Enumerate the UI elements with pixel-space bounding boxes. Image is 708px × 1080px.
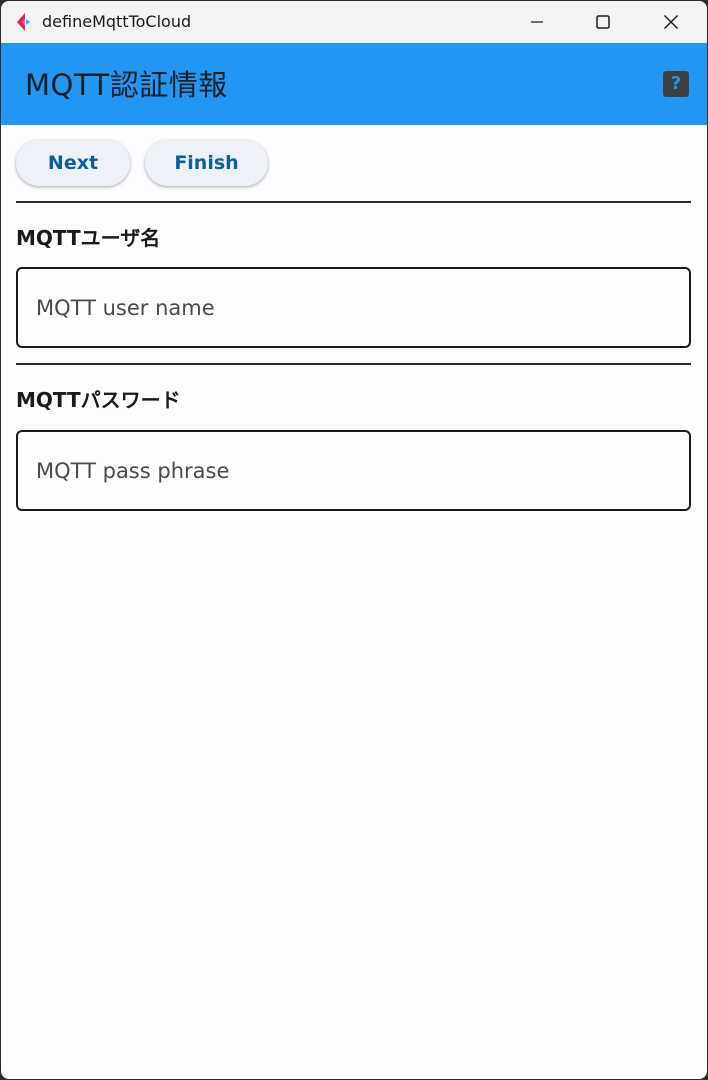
divider bbox=[16, 363, 691, 365]
next-button[interactable]: Next bbox=[16, 140, 130, 186]
user-name-label: MQTTユーザ名 bbox=[16, 226, 161, 250]
password-label: MQTTパスワード bbox=[16, 388, 181, 412]
minimize-button[interactable] bbox=[503, 1, 571, 43]
maximize-icon bbox=[596, 15, 610, 29]
app-bar: MQTT認証情報 bbox=[1, 43, 707, 125]
divider bbox=[16, 201, 691, 203]
window-title: defineMqttToCloud bbox=[42, 12, 192, 31]
password-input[interactable] bbox=[16, 430, 691, 511]
page-title: MQTT認証情報 bbox=[25, 68, 228, 102]
minimize-icon bbox=[531, 21, 543, 23]
close-button[interactable] bbox=[637, 1, 705, 43]
title-bar[interactable]: defineMqttToCloud bbox=[1, 1, 707, 43]
user-name-input[interactable] bbox=[16, 267, 691, 348]
close-icon bbox=[664, 15, 678, 29]
maximize-button[interactable] bbox=[569, 1, 637, 43]
finish-button[interactable]: Finish bbox=[145, 140, 268, 186]
flutter-app-icon bbox=[17, 13, 30, 31]
app-window: defineMqttToCloud MQTT認証情報 ? Next Finish… bbox=[1, 1, 707, 1079]
help-icon[interactable]: ? bbox=[663, 71, 689, 97]
